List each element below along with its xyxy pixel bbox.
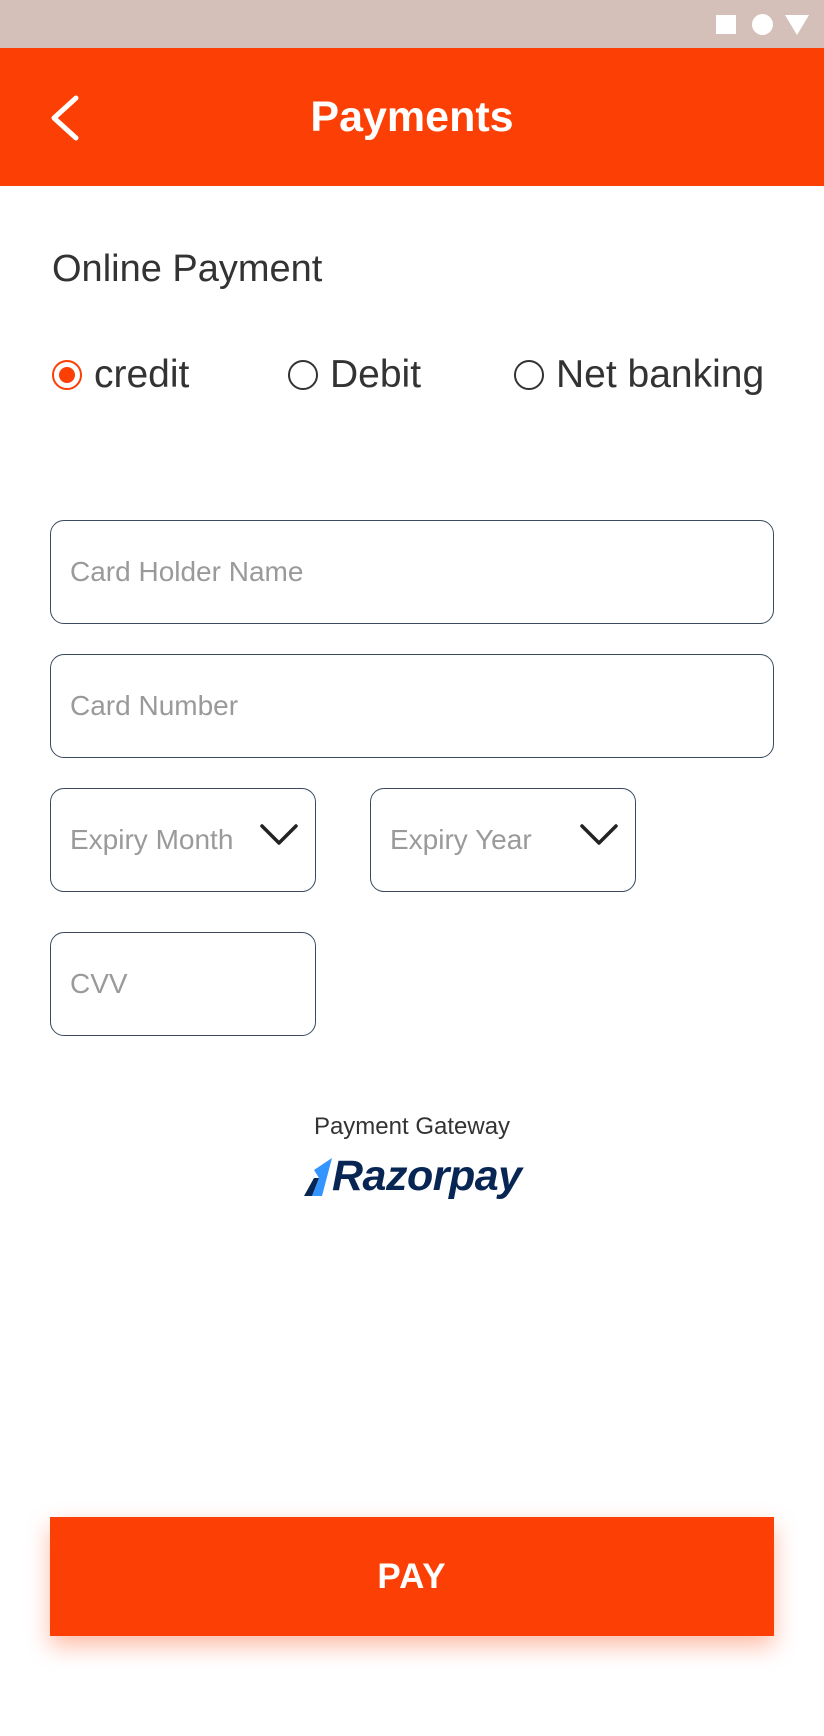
expiry-month-select[interactable]: Expiry Month — [50, 788, 316, 892]
section-title: Online Payment — [52, 248, 323, 290]
card-holder-name-field[interactable] — [50, 520, 774, 624]
razorpay-brand-name: Razorpay — [332, 1152, 522, 1200]
status-bar — [0, 0, 824, 48]
cvv-field[interactable] — [50, 932, 316, 1036]
radio-debit[interactable]: Debit — [288, 350, 421, 400]
radio-label-credit: credit — [94, 353, 190, 396]
radio-label-debit: Debit — [330, 353, 422, 396]
radio-button-checked[interactable] — [52, 360, 82, 390]
pay-button[interactable]: PAY — [50, 1517, 774, 1636]
card-number-field[interactable] — [50, 654, 774, 758]
radio-button[interactable] — [514, 360, 544, 390]
radio-button[interactable] — [288, 360, 318, 390]
chevron-down-icon — [580, 824, 618, 845]
chevron-left-icon — [51, 95, 79, 141]
radio-net-banking[interactable]: Net banking — [514, 350, 764, 400]
expiry-year-placeholder: Expiry Year — [390, 824, 532, 855]
expiry-month-placeholder: Expiry Month — [70, 824, 234, 855]
back-triangle-icon — [785, 15, 809, 35]
page-title: Payments — [310, 93, 514, 141]
chevron-down-icon — [260, 824, 298, 845]
app-bar: Payments — [0, 48, 824, 186]
card-holder-name-input[interactable] — [70, 521, 752, 623]
home-icon — [752, 14, 773, 35]
radio-credit[interactable]: credit — [52, 350, 189, 400]
razorpay-logo: Razorpay — [302, 1150, 542, 1202]
recents-icon — [716, 15, 736, 34]
card-number-input[interactable] — [70, 655, 752, 757]
back-button[interactable] — [40, 88, 90, 148]
expiry-year-select[interactable]: Expiry Year — [370, 788, 636, 892]
payment-gateway-label: Payment Gateway — [313, 1113, 511, 1140]
radio-label-net-banking: Net banking — [556, 353, 765, 396]
razorpay-logo-icon — [304, 1158, 332, 1196]
cvv-input[interactable] — [70, 933, 294, 1035]
